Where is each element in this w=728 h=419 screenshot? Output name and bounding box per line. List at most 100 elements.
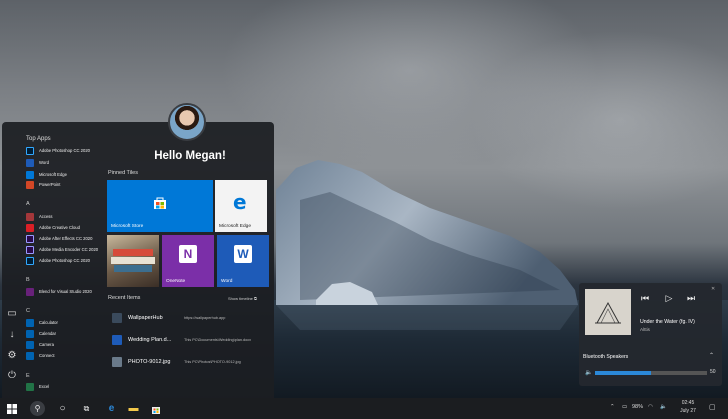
connect-icon — [26, 351, 34, 360]
image-file-icon — [112, 357, 122, 367]
tile-onenote[interactable]: N OneNote — [162, 235, 214, 287]
word-icon: W — [234, 245, 252, 263]
volume-icon[interactable]: 🔈 — [585, 369, 592, 376]
edge-icon — [26, 170, 34, 179]
photoshop-icon — [26, 256, 34, 265]
start-menu: ▭ ↓ ⚙ ⏻ Top Apps Adobe Photoshop CC 2020… — [2, 122, 274, 398]
tile-label: Word — [221, 279, 233, 284]
app-item[interactable]: Connect — [26, 351, 102, 360]
letter-header-e[interactable]: E — [26, 373, 30, 379]
app-item[interactable]: Excel — [26, 382, 102, 391]
word-doc-icon — [112, 335, 122, 345]
task-view-icon[interactable]: ⧉ — [79, 401, 94, 416]
artist-name: Alttis — [640, 327, 650, 332]
letter-header-b[interactable]: B — [26, 277, 30, 283]
power-icon[interactable]: ⏻ — [6, 370, 18, 382]
app-item[interactable]: Access — [26, 212, 102, 221]
notification-icon[interactable]: ▢ — [709, 403, 716, 411]
tile-word[interactable]: W Word — [217, 235, 269, 287]
app-label: Adobe Media Encoder CC 2020 — [39, 247, 99, 252]
app-label: Access — [39, 214, 53, 219]
tile-label: Microsoft Edge — [219, 224, 251, 229]
recent-item[interactable]: PHOTO-9012.jpg This PC\Photos\PHOTO-9012… — [108, 352, 270, 372]
recent-item-name: WallpaperHub — [128, 315, 163, 321]
clock[interactable]: 02:45 July 27 — [676, 400, 700, 415]
clock-time: 02:45 — [681, 400, 695, 406]
audio-device-label: Bluetooth Speakers — [583, 354, 629, 360]
recent-item-path: This PC\Documents\Wedding\plan.docx — [184, 338, 252, 342]
top-apps-header: Top Apps — [26, 136, 51, 142]
web-page-icon — [112, 313, 122, 323]
downloads-icon[interactable]: ↓ — [6, 329, 18, 341]
media-flyout: ✕ ⏮ ▷ ⏭ Under the Water (fg. IV) Alttis … — [579, 283, 722, 386]
app-item[interactable]: Camera — [26, 340, 102, 349]
app-item[interactable]: Adobe Creative Cloud — [26, 223, 102, 232]
access-icon — [26, 212, 34, 221]
after-effects-icon — [26, 234, 34, 243]
edge-taskbar-icon[interactable]: e — [104, 401, 119, 416]
tile-microsoft-edge[interactable]: e Microsoft Edge — [215, 180, 267, 232]
show-timeline-link[interactable]: Show timeline ⧉ — [228, 296, 257, 301]
recent-item[interactable]: WallpaperHub https://wallpaperhub.app — [108, 308, 270, 328]
recent-item-path: This PC\Photos\PHOTO-9012.jpg — [184, 360, 241, 364]
cortana-icon[interactable]: ○ — [55, 401, 70, 416]
excel-icon — [26, 382, 34, 391]
app-item[interactable]: Calculator — [26, 318, 102, 327]
store-taskbar-icon[interactable] — [148, 401, 163, 416]
recent-item-name: Wedding Plan.d... — [128, 337, 172, 343]
app-label: Adobe After Effects CC 2020 — [39, 236, 93, 241]
app-item[interactable]: PowerPoint — [26, 180, 102, 189]
tile-microsoft-store[interactable]: Microsoft Store — [107, 180, 213, 232]
app-item[interactable]: Calendar — [26, 329, 102, 338]
photo-book-shape — [113, 249, 153, 256]
onenote-icon: N — [179, 245, 197, 263]
start-button[interactable] — [4, 401, 19, 416]
volume-tray-icon[interactable]: 🔈 — [660, 404, 667, 410]
battery-icon[interactable]: ▭ — [622, 404, 627, 410]
chevron-up-icon[interactable]: ⌃ — [709, 352, 714, 359]
show-hidden-icons-chevron[interactable]: ⌃ — [610, 404, 615, 410]
app-item[interactable]: Word — [26, 158, 102, 167]
app-item[interactable]: Blend for Visual Studio 2020 — [26, 287, 102, 296]
edge-icon: e — [233, 190, 247, 214]
greeting: Hello Megan! — [154, 150, 226, 162]
previous-track-icon[interactable]: ⏮ — [639, 293, 651, 304]
tile-label: OneNote — [166, 279, 186, 284]
next-track-icon[interactable]: ⏭ — [685, 293, 697, 304]
app-item[interactable]: Adobe After Effects CC 2020 — [26, 234, 102, 243]
start-rail: ▭ ↓ ⚙ ⏻ — [2, 122, 22, 398]
app-label: Adobe Creative Cloud — [39, 225, 80, 230]
app-label: Adobe Photoshop CC 2020 — [39, 148, 90, 153]
close-icon[interactable]: ✕ — [711, 286, 715, 292]
letter-header-c[interactable]: C — [26, 308, 30, 314]
blend-icon — [26, 287, 34, 296]
play-icon[interactable]: ▷ — [663, 293, 675, 304]
letter-header-a[interactable]: A — [26, 201, 30, 207]
album-art-image — [595, 301, 621, 324]
photo-book-shape — [111, 257, 155, 264]
wifi-icon[interactable]: ◠ — [648, 404, 653, 410]
app-item[interactable]: Adobe Photoshop CC 2020 — [26, 256, 102, 265]
app-label: Blend for Visual Studio 2020 — [39, 289, 92, 294]
app-label: Calendar — [39, 331, 56, 336]
settings-gear-icon[interactable]: ⚙ — [6, 350, 18, 362]
battery-percent: 98% — [632, 404, 644, 410]
app-item[interactable]: Adobe Photoshop CC 2020 — [26, 146, 102, 155]
volume-slider[interactable] — [595, 371, 707, 375]
volume-value: 50 — [710, 369, 716, 375]
file-explorer-icon[interactable]: ▬ — [126, 401, 141, 416]
app-label: Connect — [39, 353, 55, 358]
show-timeline-label: Show timeline — [228, 296, 253, 301]
word-icon — [26, 158, 34, 167]
photos-icon[interactable]: ▭ — [6, 308, 18, 320]
photoshop-icon — [26, 146, 34, 155]
powerpoint-icon — [26, 180, 34, 189]
tile-photos[interactable] — [107, 235, 159, 287]
search-button[interactable]: ⚲ — [30, 401, 45, 416]
recent-item[interactable]: Wedding Plan.d... This PC\Documents\Wedd… — [108, 330, 270, 350]
app-list: Top Apps Adobe Photoshop CC 2020 Word Mi… — [22, 122, 102, 398]
calendar-icon — [26, 329, 34, 338]
app-item[interactable]: Adobe Media Encoder CC 2020 — [26, 245, 102, 254]
user-avatar[interactable] — [168, 103, 206, 141]
app-item[interactable]: Microsoft Edge — [26, 170, 102, 179]
